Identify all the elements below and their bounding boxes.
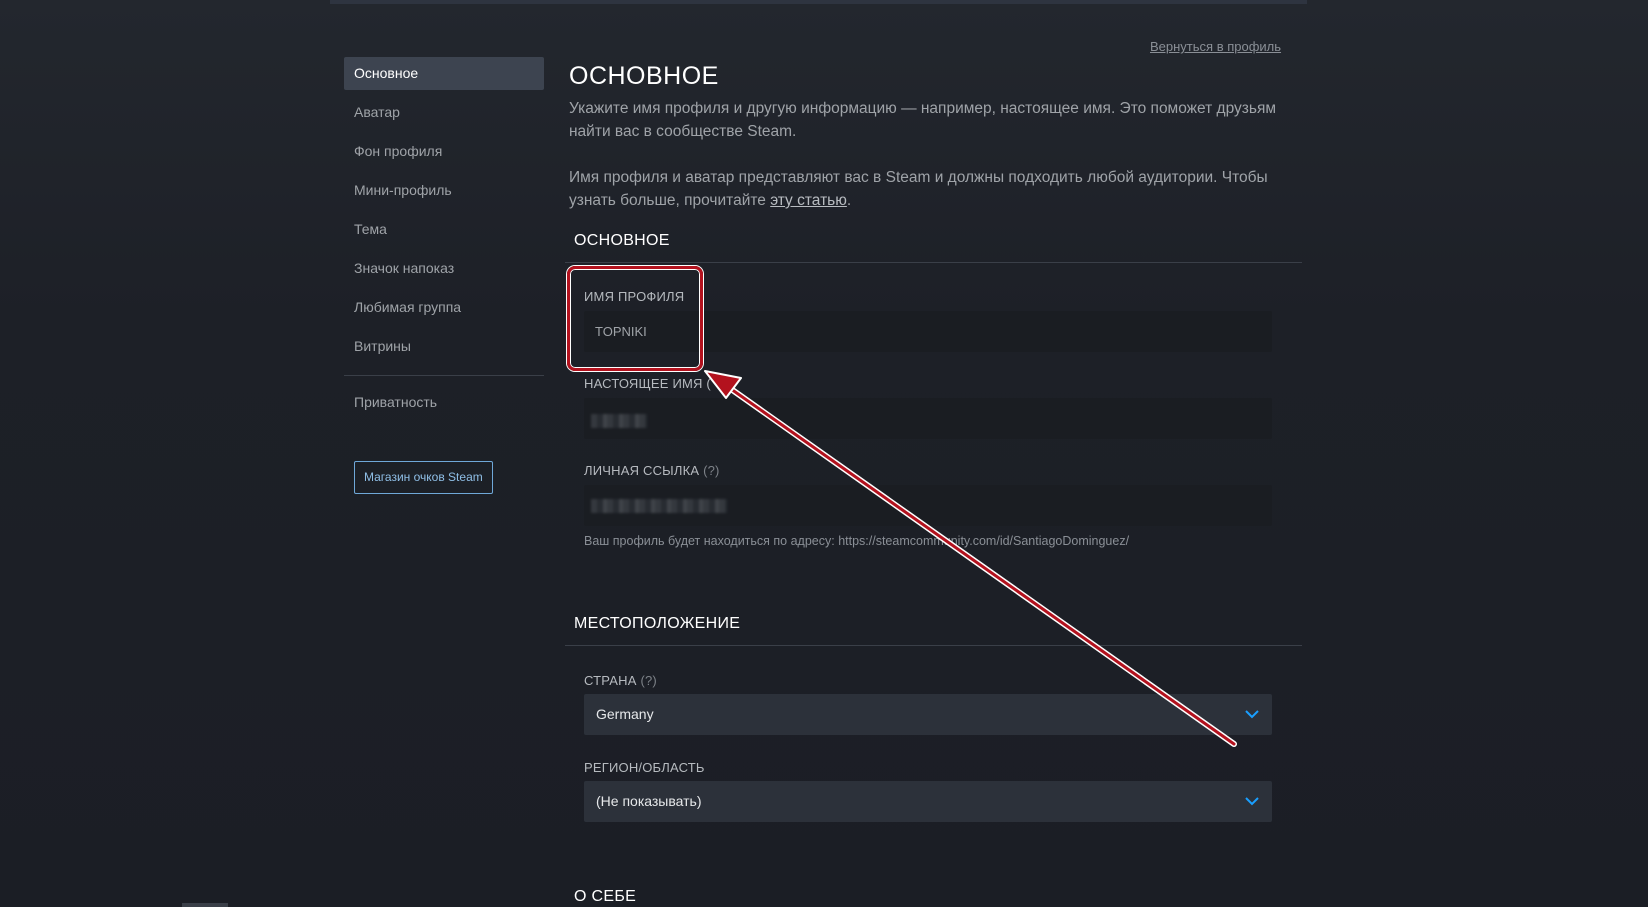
back-to-profile-link[interactable]: Вернуться в профиль	[1150, 39, 1281, 54]
country-label: СТРАНА (?)	[584, 673, 657, 688]
custom-url-label-text: ЛИЧНАЯ ССЫЛКА	[584, 463, 700, 478]
region-label: РЕГИОН/ОБЛАСТЬ	[584, 760, 705, 775]
real-name-input[interactable]	[584, 398, 1272, 439]
country-help-icon[interactable]: (?)	[640, 673, 657, 688]
main-content: ОСНОВНОЕ Укажите имя профиля и другую ин…	[569, 58, 1294, 212]
description-1: Укажите имя профиля и другую информацию …	[569, 97, 1294, 143]
article-link[interactable]: эту статью	[770, 192, 847, 209]
points-shop-button[interactable]: Магазин очков Steam	[354, 461, 493, 494]
custom-url-label: ЛИЧНАЯ ССЫЛКА (?)	[584, 463, 720, 478]
sidebar-item-avatar[interactable]: Аватар	[344, 96, 544, 129]
top-bar	[330, 0, 1307, 4]
sidebar-item-privacy[interactable]: Приватность	[344, 386, 544, 419]
chevron-down-icon	[1245, 710, 1259, 719]
chevron-down-icon	[1245, 797, 1259, 806]
description-1-text: Укажите имя профиля и другую информацию …	[569, 100, 1277, 140]
description-2: Имя профиля и аватар представляют вас в …	[569, 166, 1294, 212]
section-header-location: МЕСТОПОЛОЖЕНИЕ	[565, 611, 1302, 646]
country-select[interactable]: Germany	[584, 694, 1272, 735]
sidebar: Основное Аватар Фон профиля Мини-профиль…	[344, 57, 544, 494]
section-header-basic: ОСНОВНОЕ	[565, 228, 1302, 263]
profile-url-hint: Ваш профиль будет находиться по адресу: …	[584, 534, 1130, 548]
bottom-tab-indicator	[182, 903, 228, 907]
sidebar-item-general[interactable]: Основное	[344, 57, 544, 90]
sidebar-item-profile-background[interactable]: Фон профиля	[344, 135, 544, 168]
sidebar-divider	[344, 375, 544, 376]
page: Основное Аватар Фон профиля Мини-профиль…	[0, 0, 1648, 907]
section-header-about: О СЕБЕ	[574, 888, 637, 905]
region-select-value: (Не показывать)	[596, 793, 702, 809]
description-2-text: Имя профиля и аватар представляют вас в …	[569, 169, 1268, 209]
sidebar-item-favorite-group[interactable]: Любимая группа	[344, 291, 544, 324]
country-select-value: Germany	[596, 706, 654, 722]
sidebar-item-mini-profile[interactable]: Мини-профиль	[344, 174, 544, 207]
real-name-label: НАСТОЯЩЕЕ ИМЯ (	[584, 376, 711, 391]
profile-name-label: ИМЯ ПРОФИЛЯ	[584, 289, 685, 304]
sidebar-item-showcases[interactable]: Витрины	[344, 330, 544, 363]
country-label-text: СТРАНА	[584, 673, 637, 688]
description-2-end: .	[846, 192, 852, 209]
page-title: ОСНОВНОЕ	[569, 62, 719, 90]
custom-url-help-icon[interactable]: (?)	[703, 463, 720, 478]
custom-url-input[interactable]	[584, 485, 1272, 526]
blurred-custom-url	[591, 499, 727, 513]
region-select[interactable]: (Не показывать)	[584, 781, 1272, 822]
blurred-real-name	[591, 414, 647, 428]
sidebar-item-theme[interactable]: Тема	[344, 213, 544, 246]
sidebar-item-featured-badge[interactable]: Значок напоказ	[344, 252, 544, 285]
profile-name-input[interactable]	[584, 311, 1272, 352]
